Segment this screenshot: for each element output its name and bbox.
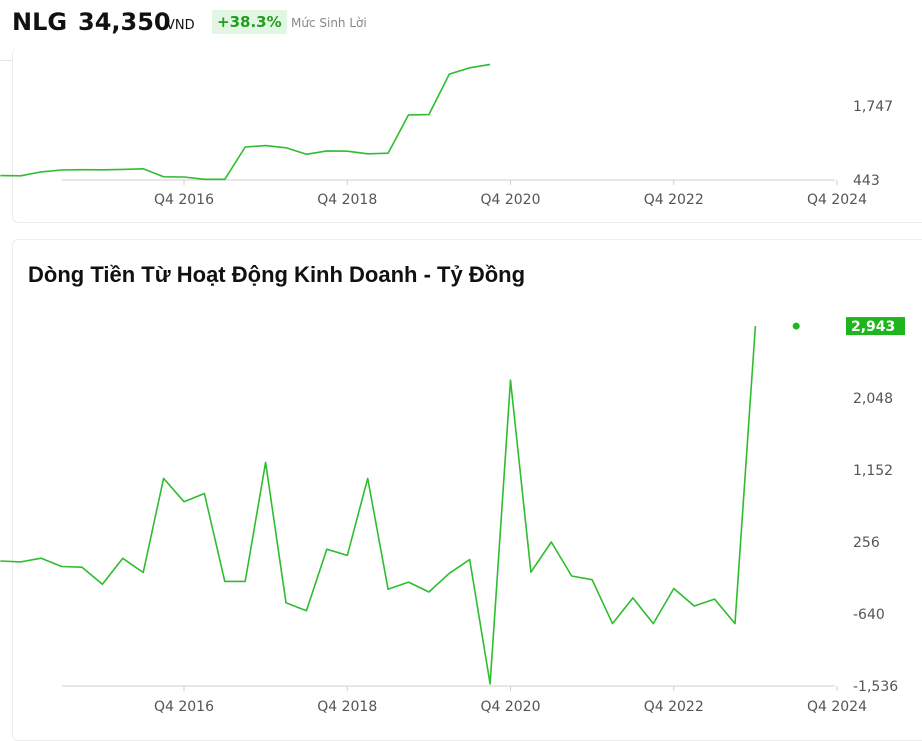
x-tick-label: Q4 2016 [154,192,214,208]
y-tick-label: -640 [853,607,885,623]
x-tick-label: Q4 2020 [480,699,540,715]
last-point-marker [792,322,800,330]
y-tick-label: 1,152 [853,463,893,479]
x-tick-label: Q4 2022 [644,192,704,208]
y-tick-label: 1,747 [853,99,893,115]
x-tick-label: Q4 2018 [317,192,377,208]
y-tick-label: -1,536 [853,679,898,695]
x-tick-label: Q4 2018 [317,699,377,715]
x-tick-label: Q4 2022 [644,699,704,715]
x-tick-label: Q4 2016 [154,699,214,715]
y-tick-label: 443 [853,173,880,189]
series-line-cashflow [0,326,757,685]
x-tick-label: Q4 2020 [480,192,540,208]
x-tick-label: Q4 2024 [807,192,867,208]
charts-canvas: Q4 2016 Q4 2018 Q4 2020 Q4 2022 Q4 2024 1,747… [0,63,905,715]
x-tick-label: Q4 2024 [807,699,867,715]
y-tick-label: 256 [853,535,880,551]
series-line-top [0,63,491,181]
last-value-label: 2,943 [851,319,895,335]
y-tick-label: 2,048 [853,391,893,407]
